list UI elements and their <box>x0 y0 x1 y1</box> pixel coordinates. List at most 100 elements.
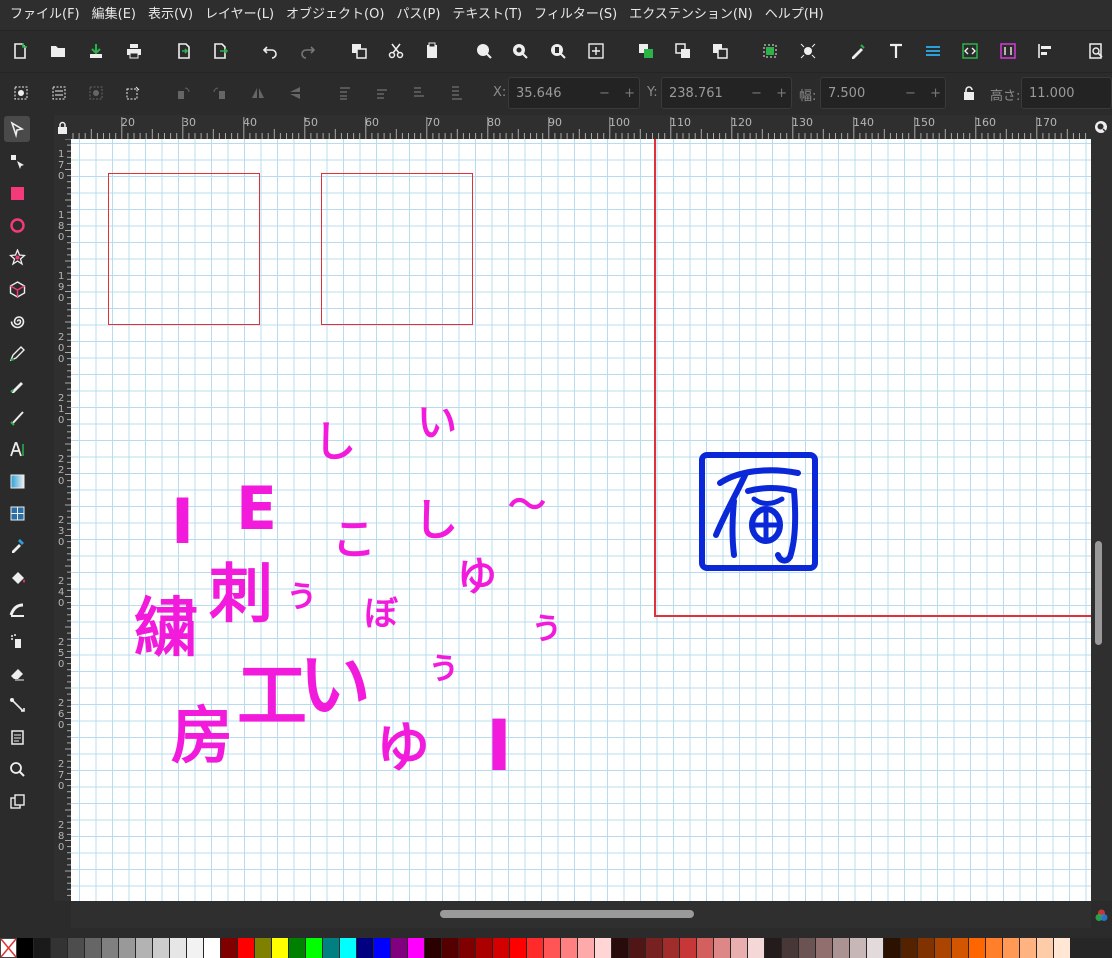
height-input[interactable] <box>1022 78 1111 108</box>
color-swatch[interactable] <box>527 938 544 958</box>
duplicate-icon[interactable] <box>634 39 658 63</box>
color-swatch[interactable] <box>153 938 170 958</box>
gradient-tool-icon[interactable] <box>4 468 30 494</box>
height-field[interactable] <box>1021 77 1112 109</box>
zoom-selection-icon[interactable] <box>472 39 496 63</box>
selector-tool-icon[interactable] <box>4 116 30 142</box>
color-swatch[interactable] <box>1037 938 1054 958</box>
color-swatch[interactable] <box>51 938 68 958</box>
lock-ratio-icon[interactable] <box>958 82 980 104</box>
color-swatch[interactable] <box>170 938 187 958</box>
text-glyph[interactable]: ぅ <box>425 649 461 685</box>
color-swatch[interactable] <box>748 938 765 958</box>
color-swatch[interactable] <box>289 938 306 958</box>
color-swatch[interactable] <box>561 938 578 958</box>
spray-tool-icon[interactable] <box>4 628 30 654</box>
width-field[interactable]: −+ <box>820 77 946 109</box>
color-swatch[interactable] <box>442 938 459 958</box>
tweak-tool-icon[interactable] <box>4 596 30 622</box>
text-glyph[interactable]: ぅ <box>283 577 319 613</box>
red-square-outline[interactable] <box>108 173 260 325</box>
menu-help[interactable]: ヘルプ(H) <box>759 0 830 30</box>
color-swatch[interactable] <box>986 938 1003 958</box>
group-icon[interactable] <box>758 39 782 63</box>
zoom-fit-icon[interactable] <box>584 39 608 63</box>
text-glyph[interactable]: し <box>314 421 356 463</box>
pages-tool-icon[interactable] <box>4 724 30 750</box>
copy-icon[interactable] <box>347 39 371 63</box>
text-glyph[interactable]: 刺 <box>209 563 273 627</box>
text-glyph[interactable]: ぅ <box>528 609 564 645</box>
color-swatch[interactable] <box>221 938 238 958</box>
menu-layer[interactable]: レイヤー(L) <box>199 0 280 30</box>
color-swatch[interactable] <box>952 938 969 958</box>
import-icon[interactable] <box>172 39 196 63</box>
menu-view[interactable]: 表示(V) <box>142 0 199 30</box>
new-document-icon[interactable] <box>8 39 32 63</box>
color-swatch[interactable] <box>901 938 918 958</box>
text-glyph[interactable]: E <box>236 479 277 539</box>
color-swatch[interactable] <box>612 938 629 958</box>
connector-tool-icon[interactable] <box>4 692 30 718</box>
color-swatch[interactable] <box>1003 938 1020 958</box>
document-properties-icon[interactable] <box>1084 39 1108 63</box>
color-swatch[interactable] <box>408 938 425 958</box>
drawing-canvas[interactable]: い し E 〜 I こ し ゆ 刺 ぅ ぼ ぅ 繍 ぅ 工 い 房 ゆ I <box>71 139 1091 901</box>
export-icon[interactable] <box>208 39 232 63</box>
color-swatch[interactable] <box>425 938 442 958</box>
red-square-outline[interactable] <box>321 173 473 325</box>
text-glyph[interactable]: I <box>171 491 194 553</box>
zoom-page-icon[interactable] <box>546 39 570 63</box>
text-glyph[interactable]: 〜 <box>508 486 546 524</box>
rectangle-tool-icon[interactable] <box>4 180 30 206</box>
color-swatch[interactable] <box>782 938 799 958</box>
guides-lock-icon[interactable] <box>54 115 71 139</box>
color-swatch[interactable] <box>340 938 357 958</box>
zoom-correction-icon[interactable] <box>1091 115 1112 139</box>
fill-stroke-icon[interactable] <box>846 39 870 63</box>
vertical-ruler[interactable]: 1 7 0 1 8 0 1 9 0 2 0 0 2 1 0 2 2 0 2 3 … <box>54 139 71 901</box>
menu-filters[interactable]: フィルター(S) <box>528 0 623 30</box>
3d-box-tool-icon[interactable] <box>4 276 30 302</box>
color-swatch[interactable] <box>17 938 34 958</box>
xml-editor-icon[interactable] <box>958 39 982 63</box>
color-swatch[interactable] <box>85 938 102 958</box>
color-swatch[interactable] <box>306 938 323 958</box>
color-swatch[interactable] <box>544 938 561 958</box>
text-glyph[interactable]: ぼ <box>364 597 398 631</box>
redo-icon[interactable] <box>296 39 320 63</box>
color-swatch[interactable] <box>459 938 476 958</box>
align-distribute-icon[interactable] <box>1033 39 1057 63</box>
menu-file[interactable]: ファイル(F) <box>4 0 86 30</box>
text-glyph[interactable]: I <box>486 711 512 781</box>
cut-icon[interactable] <box>384 39 408 63</box>
color-swatch[interactable] <box>34 938 51 958</box>
pencil-tool-icon[interactable] <box>4 340 30 366</box>
color-swatch[interactable] <box>867 938 884 958</box>
menu-object[interactable]: オブジェクト(O) <box>280 0 390 30</box>
no-paint-swatch[interactable] <box>0 938 17 958</box>
color-swatch[interactable] <box>493 938 510 958</box>
spiral-tool-icon[interactable] <box>4 308 30 334</box>
color-swatch[interactable] <box>238 938 255 958</box>
select-all-layers-icon[interactable] <box>48 82 70 104</box>
node-tool-icon[interactable] <box>4 148 30 174</box>
color-swatch[interactable] <box>697 938 714 958</box>
color-swatch[interactable] <box>765 938 782 958</box>
calligraphy-tool-icon[interactable] <box>4 404 30 430</box>
color-swatch[interactable] <box>323 938 340 958</box>
zoom-drawing-icon[interactable] <box>508 39 532 63</box>
ungroup-icon[interactable] <box>796 39 820 63</box>
text-glyph[interactable]: 房 <box>171 705 233 767</box>
color-swatch[interactable] <box>119 938 136 958</box>
text-glyph[interactable]: ゆ <box>376 721 430 775</box>
print-icon[interactable] <box>122 39 146 63</box>
color-swatch[interactable] <box>136 938 153 958</box>
vertical-scrollbar[interactable] <box>1091 139 1112 901</box>
open-folder-icon[interactable] <box>46 39 70 63</box>
color-swatch[interactable] <box>918 938 935 958</box>
menu-path[interactable]: パス(P) <box>390 0 446 30</box>
text-glyph[interactable]: ゆ <box>457 557 497 597</box>
text-glyph[interactable]: こ <box>332 518 376 562</box>
color-swatch[interactable] <box>629 938 646 958</box>
